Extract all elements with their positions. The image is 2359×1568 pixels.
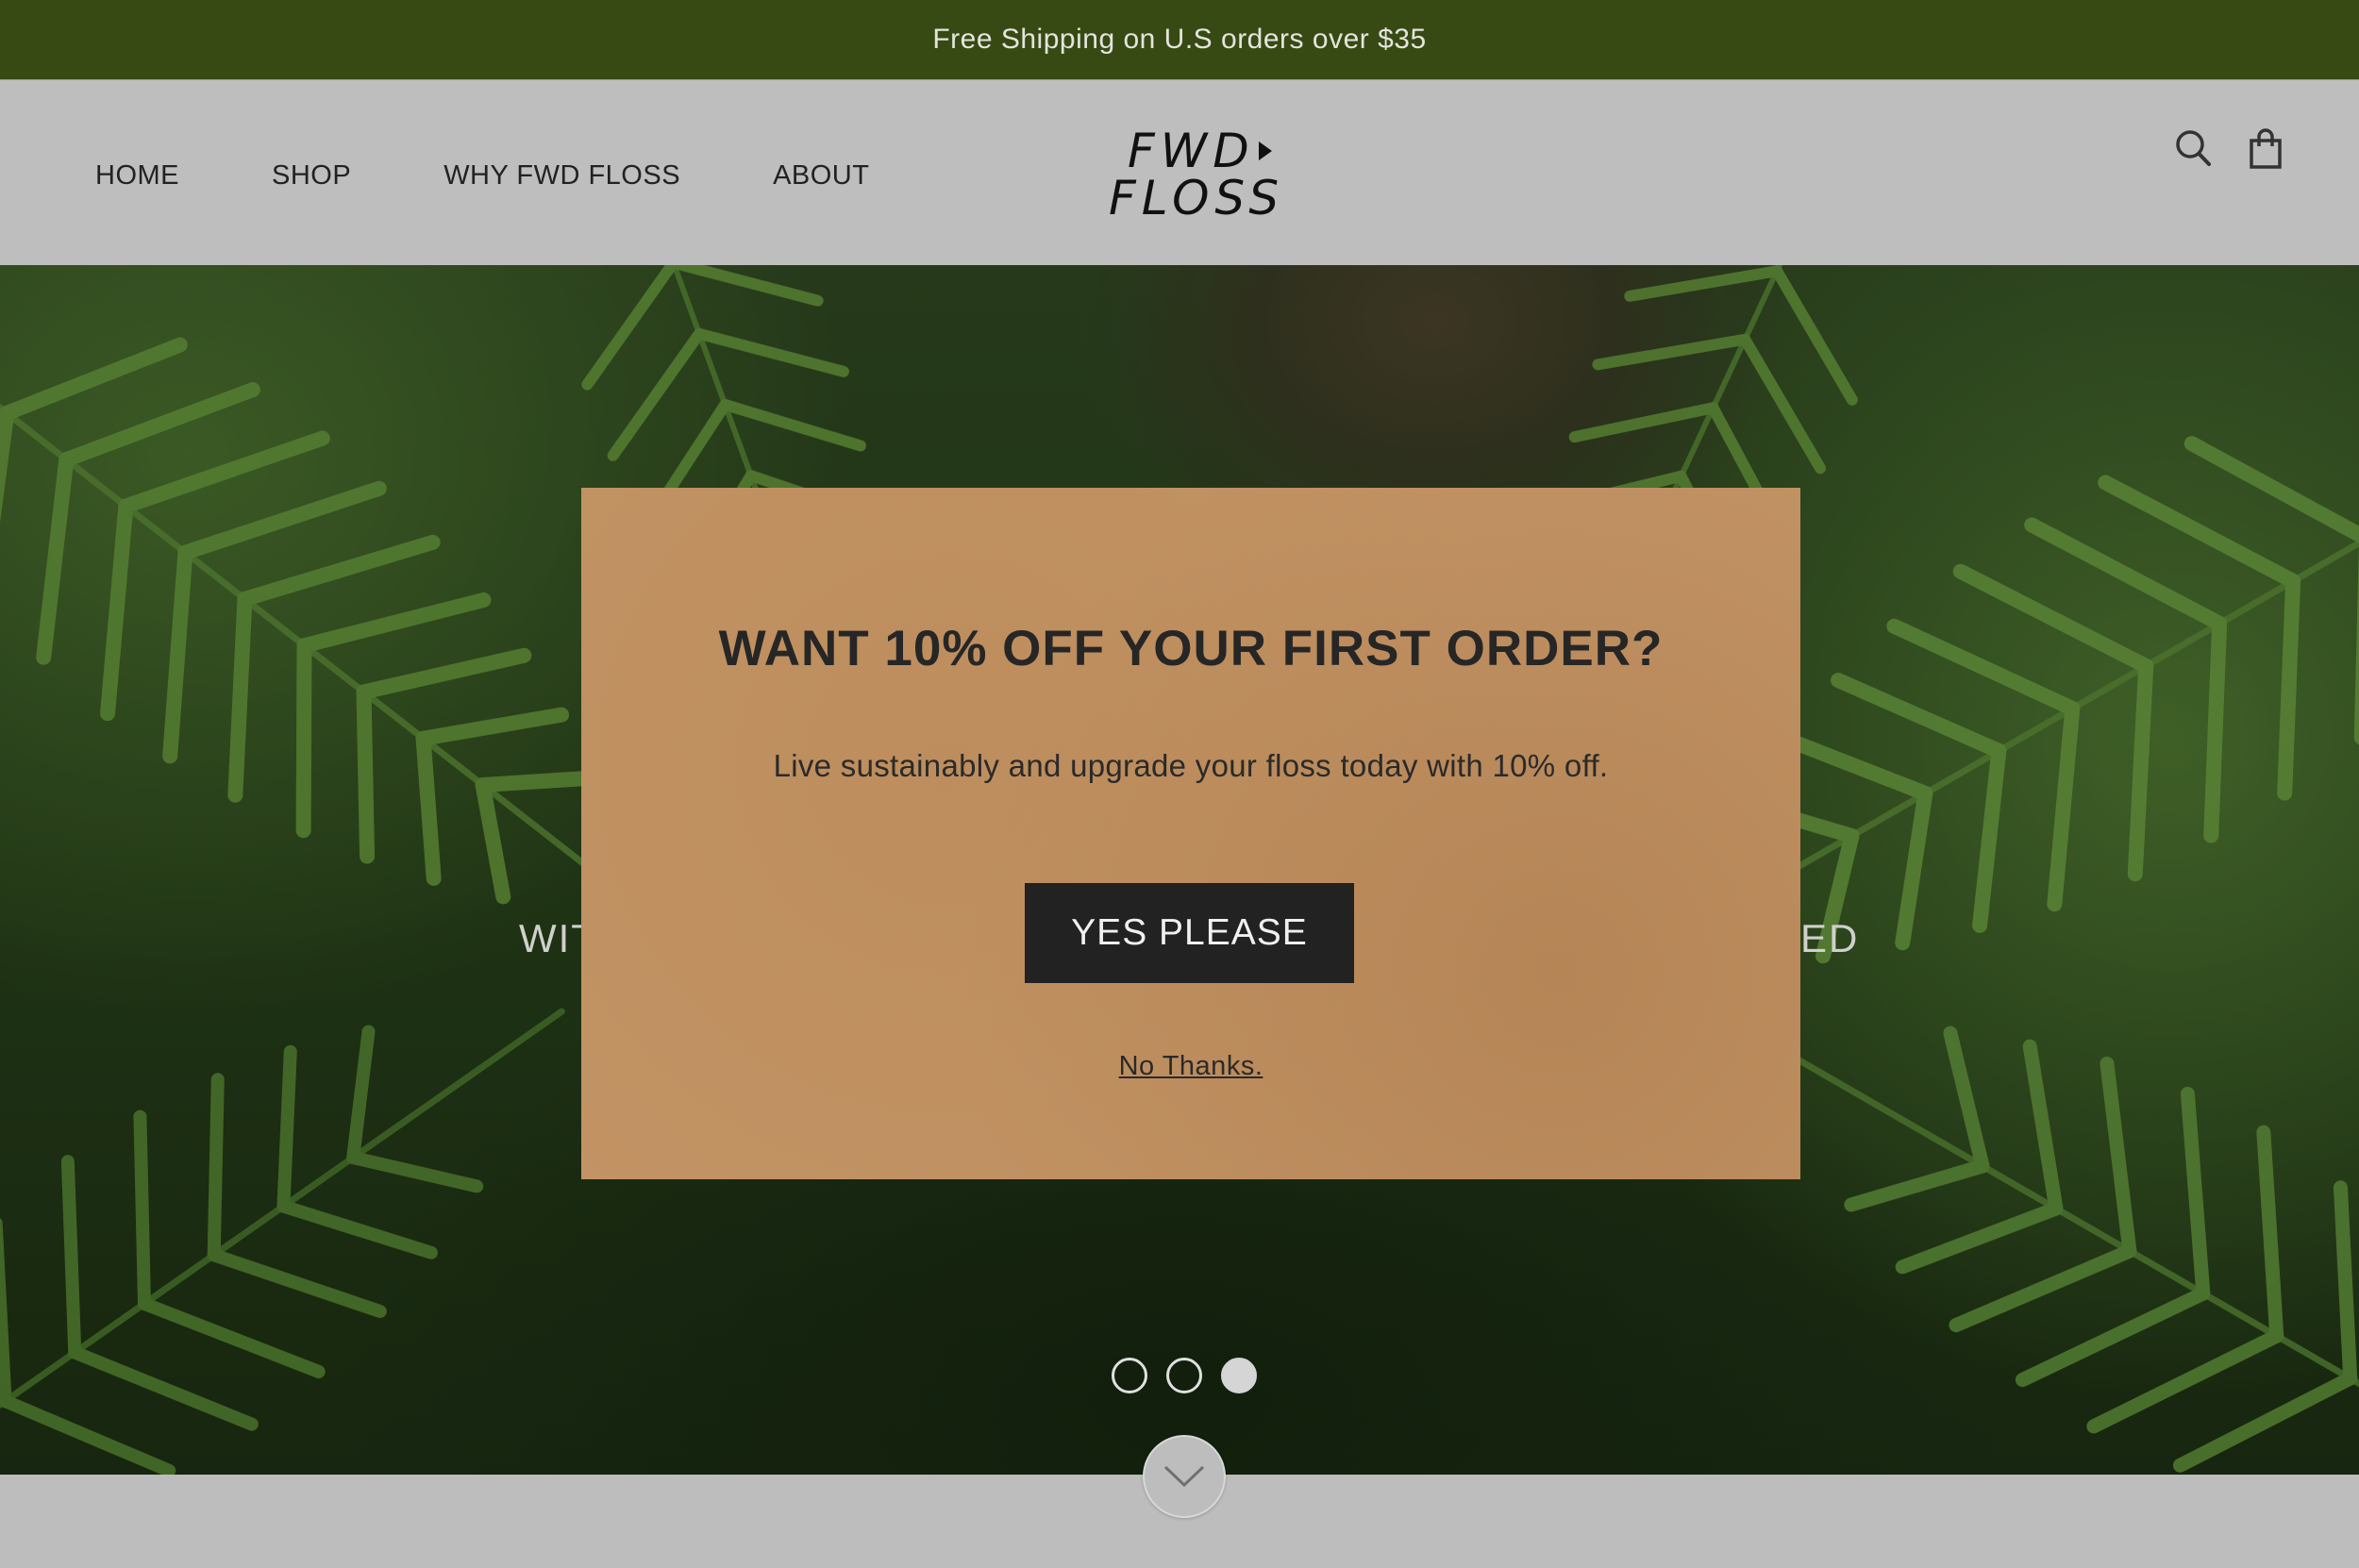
announcement-bar: Free Shipping on U.S orders over $35 xyxy=(0,0,2359,79)
nav-shop[interactable]: SHOP xyxy=(272,155,351,192)
main-nav: HOME SHOP WHY FWD FLOSS ABOUT xyxy=(95,80,962,266)
yes-please-button[interactable]: YES PLEASE xyxy=(1025,883,1354,983)
shopping-bag-icon[interactable] xyxy=(2246,127,2287,171)
nav-about[interactable]: ABOUT xyxy=(773,155,869,192)
play-triangle-icon xyxy=(1258,142,1272,160)
slider-pagination xyxy=(1112,1358,1257,1393)
discount-popup: WANT 10% OFF YOUR FIRST ORDER? Live sust… xyxy=(581,488,1800,1179)
logo-line-1: FWD xyxy=(1128,124,1255,178)
no-thanks-link[interactable]: No Thanks. xyxy=(581,1051,1800,1082)
announcement-text: Free Shipping on U.S orders over $35 xyxy=(932,24,1427,55)
no-thanks-label[interactable]: No Thanks. xyxy=(1119,1051,1263,1081)
nav-home[interactable]: HOME xyxy=(95,155,179,192)
site-header: HOME SHOP WHY FWD FLOSS ABOUT FWD FLOSS xyxy=(0,79,2359,265)
search-icon[interactable] xyxy=(2173,127,2215,171)
nav-why-fwd-floss[interactable]: WHY FWD FLOSS xyxy=(443,155,680,192)
popup-title: WANT 10% OFF YOUR FIRST ORDER? xyxy=(718,621,1664,676)
slide-dot-2[interactable] xyxy=(1166,1358,1202,1393)
slide-dot-3[interactable] xyxy=(1221,1358,1257,1393)
site-logo[interactable]: FWD FLOSS xyxy=(1109,124,1279,231)
logo-line-2: FLOSS xyxy=(1109,171,1285,225)
hero-heading-right-fragment: ED xyxy=(1800,916,1860,960)
scroll-down-button[interactable] xyxy=(1143,1435,1226,1518)
slide-dot-1[interactable] xyxy=(1112,1358,1147,1393)
popup-subtitle: Live sustainably and upgrade your floss … xyxy=(773,748,1609,783)
chevron-down-icon xyxy=(1163,1465,1205,1488)
